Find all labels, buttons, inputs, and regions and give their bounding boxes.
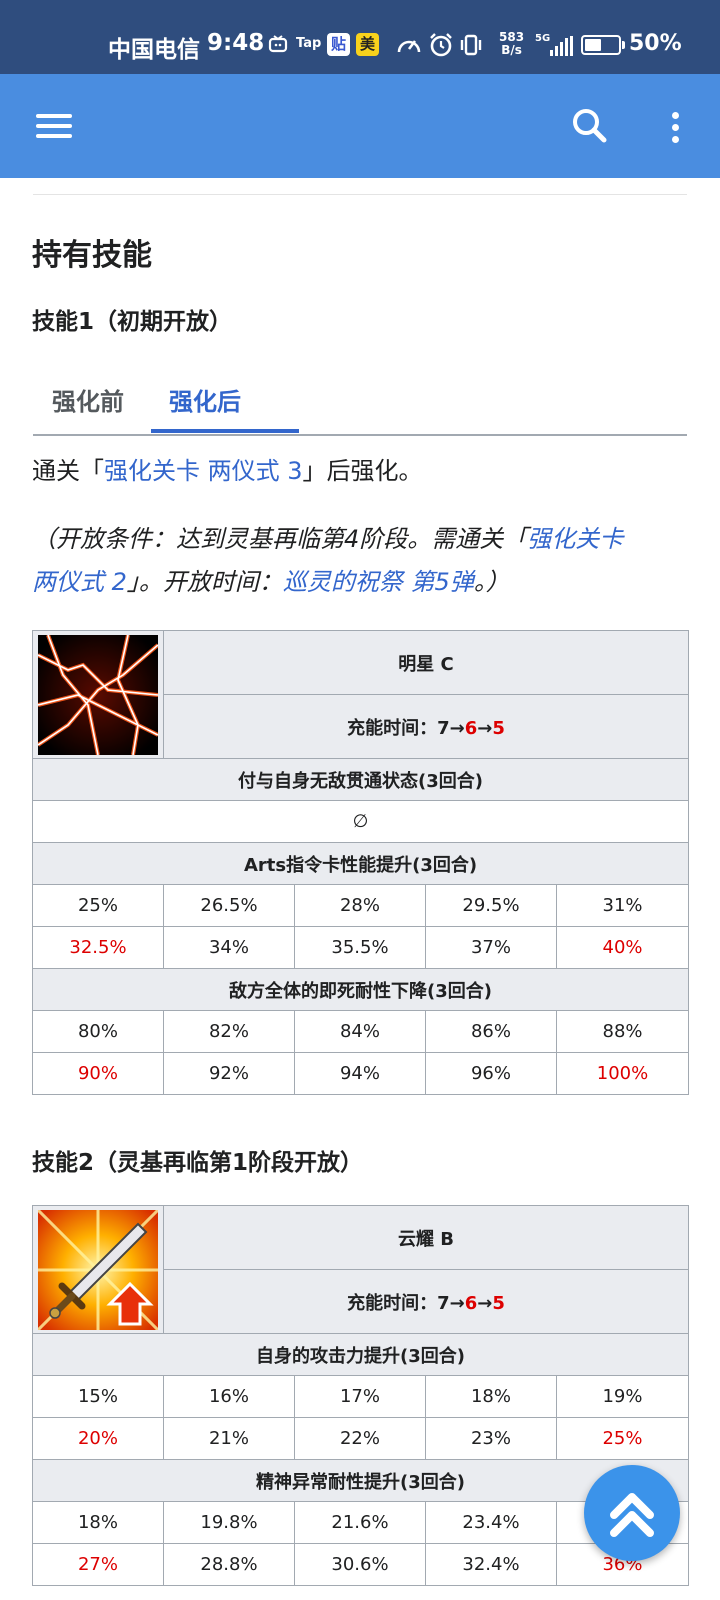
unlock-condition: （开放条件：达到灵基再临第4阶段。需通关「强化关卡 <box>32 525 624 553</box>
table-row: 90% 92% 94% 96% 100% <box>32 1052 690 1095</box>
skill2-icon-cell <box>32 1205 164 1334</box>
status-bar: 中国电信 9:48 Tap 贴 美 583 B/s 5G 50% <box>0 0 720 74</box>
back-to-top-button[interactable] <box>584 1465 680 1561</box>
divider <box>33 194 687 195</box>
meituan-icon: 美 <box>356 33 379 56</box>
table-row: 80% 82% 84% 86% 88% <box>32 1010 690 1053</box>
network-type: 5G <box>535 33 551 44</box>
effect-title: 付与自身无敌贯通状态(3回合) <box>31 758 690 801</box>
battery-percent: 50% <box>629 31 682 56</box>
effect-title: 敌方全体的即死耐性下降(3回合) <box>31 968 690 1011</box>
table-row: 15% 16% 17% 18% 19% <box>32 1375 689 1418</box>
more-vert-icon[interactable] <box>660 104 690 150</box>
unlock-text: 通关「强化关卡 两仪式 3」后强化。 <box>32 457 423 485</box>
app-bar <box>0 74 720 178</box>
sword-attack-up-icon <box>38 1209 158 1330</box>
skill1-icon-cell <box>32 630 164 759</box>
search-icon[interactable] <box>566 102 614 150</box>
link-upgrade-quest-3[interactable]: 强化关卡 两仪式 3 <box>104 457 303 485</box>
effect-value: ∅ <box>31 800 690 843</box>
link-upgrade-quest-2-cont[interactable]: 两仪式 2 <box>32 568 127 596</box>
effect-title: Arts指令卡性能提升(3回合) <box>31 842 690 885</box>
tab-after-upgrade[interactable]: 强化后 <box>169 382 241 417</box>
skill1-tabs: 强化前 强化后 <box>33 374 687 436</box>
lightning-skill-icon <box>38 634 158 755</box>
tv-icon <box>268 34 288 58</box>
taptap-icon: Tap <box>296 36 322 51</box>
vibrate-icon <box>459 33 483 61</box>
carrier-name: 中国电信 <box>108 37 200 63</box>
effect-title: 自身的攻击力提升(3回合) <box>32 1333 689 1376</box>
active-tab-indicator <box>151 429 299 433</box>
skill2-heading: 技能2（灵基再临第1阶段开放） <box>32 1150 364 1176</box>
table-row: 32.5% 34% 35.5% 37% 40% <box>32 926 690 969</box>
skill1-cooldown: 充能时间：7→6→5 <box>162 694 690 759</box>
skill2-name: 云耀 B <box>163 1205 689 1270</box>
unlock-condition-line2: 两仪式 2」。开放时间：巡灵的祝祭 第5弹。） <box>32 568 510 596</box>
double-chevron-up-icon <box>610 1493 654 1537</box>
section-title: 持有技能 <box>32 238 152 273</box>
tab-before-upgrade[interactable]: 强化前 <box>52 382 124 417</box>
tieba-icon: 贴 <box>327 33 350 56</box>
link-event[interactable]: 巡灵的祝祭 第5弹 <box>283 568 474 596</box>
signal-icon <box>550 36 574 60</box>
speedometer-icon <box>396 33 422 61</box>
net-speed: 583 B/s <box>499 30 525 57</box>
clock: 9:48 <box>207 30 265 56</box>
battery-icon <box>581 35 621 55</box>
menu-icon[interactable] <box>28 106 80 146</box>
skill1-heading: 技能1（初期开放） <box>32 309 233 335</box>
link-upgrade-quest-2[interactable]: 强化关卡 <box>527 525 623 553</box>
skill2-cooldown: 充能时间：7→6→5 <box>163 1269 689 1334</box>
alarm-icon <box>428 32 454 62</box>
skill1-name: 明星 C <box>162 630 690 695</box>
skill1-table: 明星 C 充能时间：7→6→5 付与自身无敌贯通状态(3回合) ∅ Arts指令… <box>31 630 690 1095</box>
table-row: 20% 21% 22% 23% 25% <box>32 1417 689 1460</box>
table-row: 25% 26.5% 28% 29.5% 31% <box>32 884 690 927</box>
